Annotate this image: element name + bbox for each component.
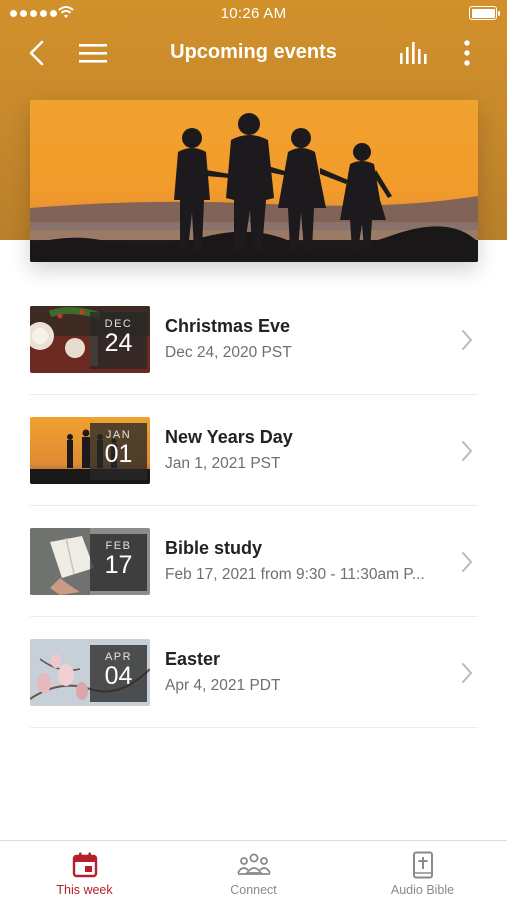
- date-day: 24: [104, 329, 133, 357]
- status-bar: 10:26 AM: [0, 0, 507, 28]
- event-thumbnail: JAN 01: [30, 417, 150, 484]
- date-month: APR: [104, 651, 133, 663]
- event-row-bible-study[interactable]: FEB 17 Bible study Feb 17, 2021 from 9:3…: [30, 506, 478, 617]
- date-badge: APR 04: [90, 645, 147, 702]
- date-badge: DEC 24: [90, 312, 147, 369]
- event-date: Jan 1, 2021 PST: [165, 455, 281, 472]
- chevron-right-icon: [462, 663, 472, 683]
- event-thumbnail: DEC 24: [30, 306, 150, 373]
- event-thumbnail: FEB 17: [30, 528, 150, 595]
- date-day: 04: [104, 662, 133, 690]
- bottom-tab-bar: This week Connect Audio Bible: [0, 840, 507, 900]
- date-day: 17: [104, 551, 133, 579]
- status-time: 10:26 AM: [220, 5, 287, 22]
- event-date: Feb 17, 2021 from 9:30 - 11:30am P...: [165, 566, 425, 583]
- tab-connect[interactable]: Connect: [169, 841, 338, 900]
- event-thumbnail: APR 04: [30, 639, 150, 706]
- tab-label: Audio Bible: [390, 883, 455, 897]
- date-badge: JAN 01: [90, 423, 147, 480]
- event-title: Easter: [165, 649, 221, 669]
- events-list: DEC 24 Christmas Eve Dec 24, 2020 PST JA…: [30, 284, 478, 728]
- bar-chart-icon[interactable]: [398, 41, 430, 65]
- navigation-bar: Upcoming events: [0, 28, 507, 78]
- event-row-easter[interactable]: APR 04 Easter Apr 4, 2021 PDT: [30, 617, 478, 728]
- more-vertical-icon[interactable]: [459, 39, 475, 67]
- hero-image: [30, 100, 478, 262]
- battery-icon: [469, 6, 500, 20]
- chevron-right-icon: [462, 441, 472, 461]
- tab-audio-bible[interactable]: Audio Bible: [338, 841, 507, 900]
- calendar-icon: [72, 852, 97, 878]
- date-month: FEB: [105, 540, 132, 552]
- tab-this-week[interactable]: This week: [0, 841, 169, 900]
- event-title: Christmas Eve: [165, 316, 291, 336]
- chevron-right-icon: [462, 552, 472, 572]
- event-date: Apr 4, 2021 PDT: [165, 677, 281, 694]
- tab-label: This week: [56, 883, 113, 897]
- date-day: 01: [104, 440, 133, 468]
- event-title: New Years Day: [165, 427, 293, 447]
- event-title: Bible study: [165, 538, 263, 558]
- date-month: DEC: [104, 318, 133, 330]
- date-badge: FEB 17: [90, 534, 147, 591]
- event-row-new-years-day[interactable]: JAN 01 New Years Day Jan 1, 2021 PST: [30, 395, 478, 506]
- events-screen: 10:26 AM Upcoming events DEC 24 Christma…: [0, 0, 507, 900]
- event-row-christmas-eve[interactable]: DEC 24 Christmas Eve Dec 24, 2020 PST: [30, 284, 478, 395]
- event-date: Dec 24, 2020 PST: [165, 344, 292, 361]
- page-title: Upcoming events: [170, 41, 337, 63]
- bible-book-icon: [412, 851, 433, 879]
- tab-label: Connect: [230, 883, 277, 897]
- people-group-icon: [236, 853, 271, 875]
- chevron-right-icon: [462, 330, 472, 350]
- date-month: JAN: [105, 429, 132, 441]
